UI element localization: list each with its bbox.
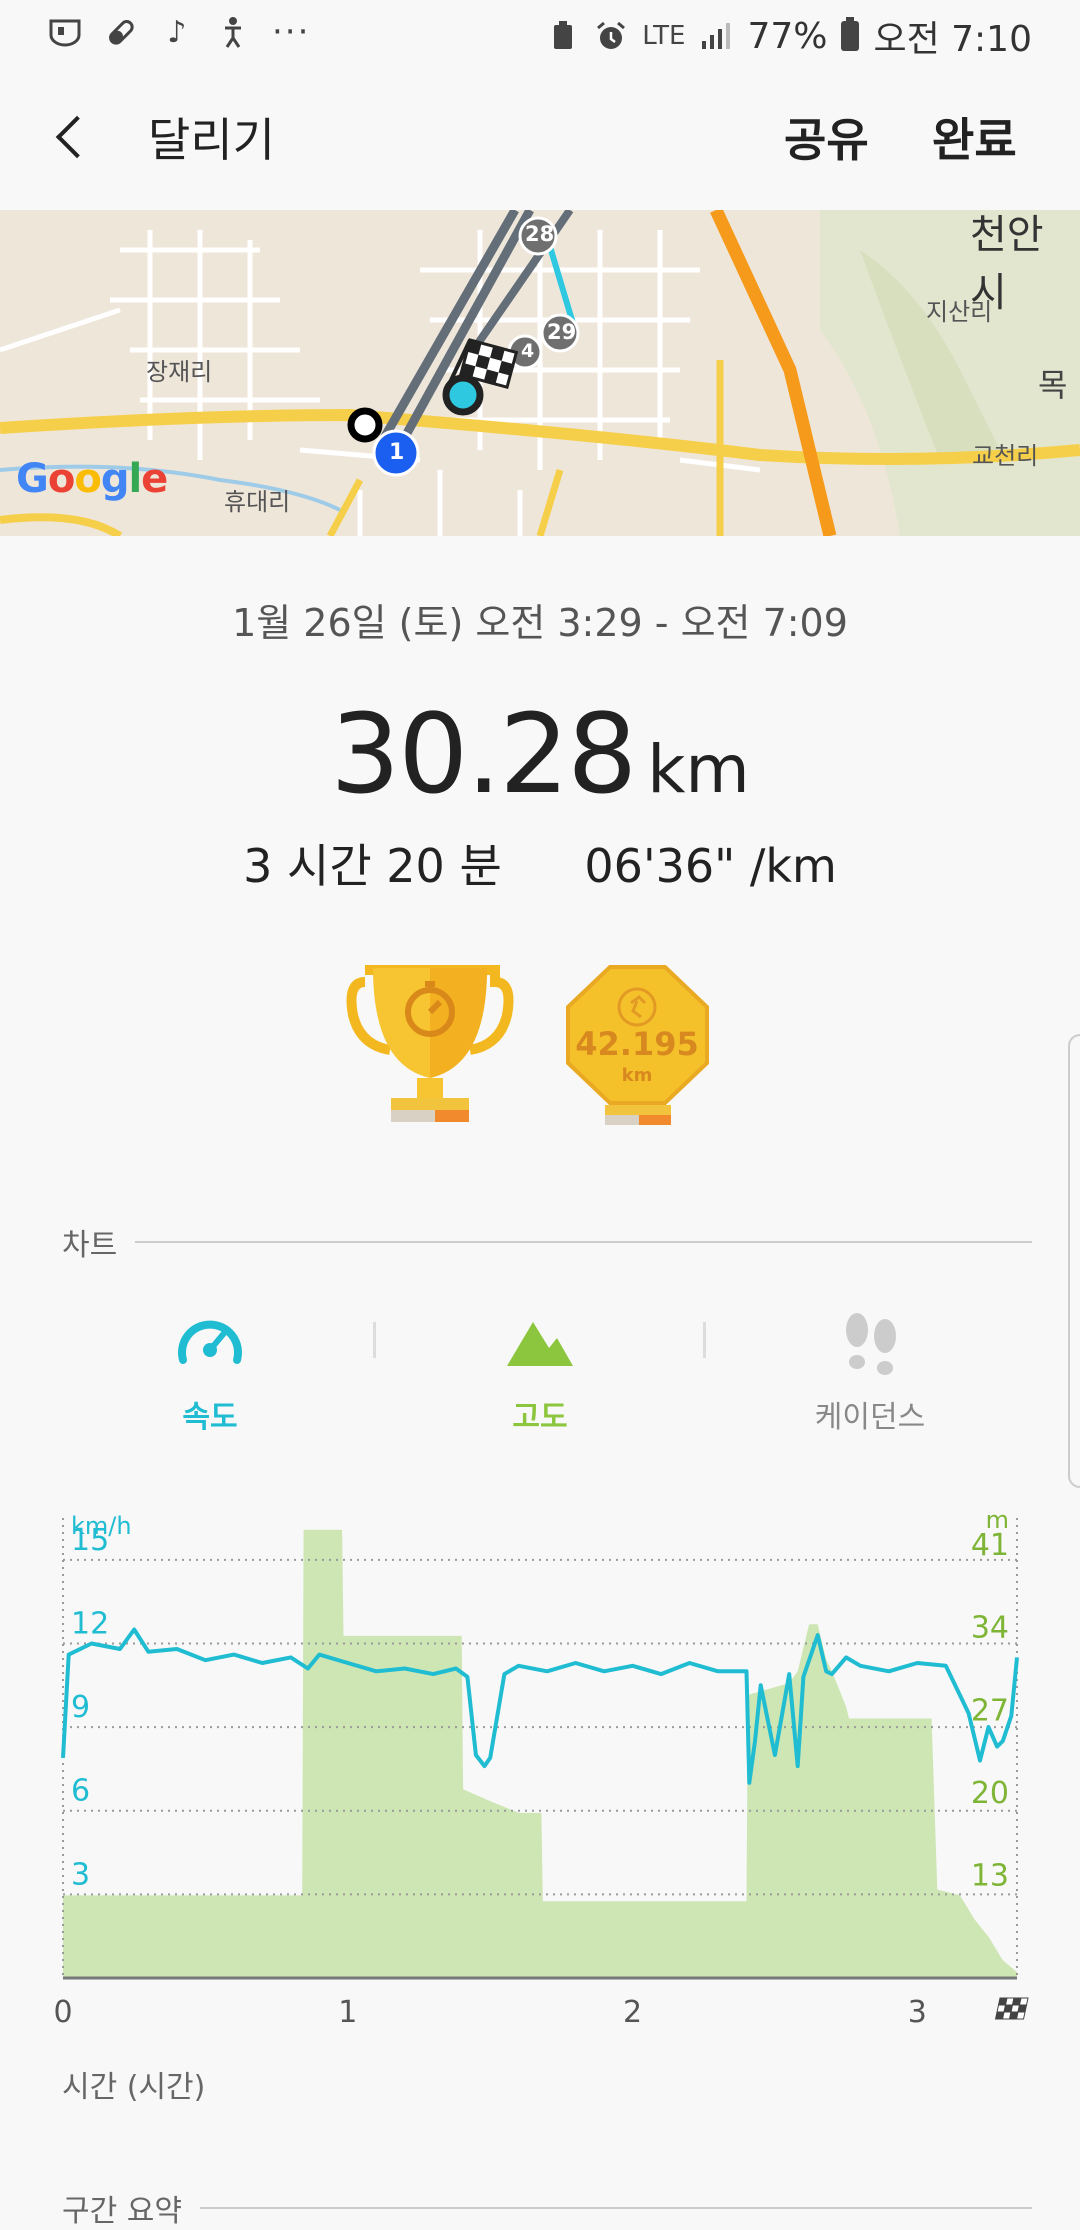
marathon-badge-value: 42.195: [575, 1025, 698, 1063]
chart-tabs: 속도 고도 케이던스: [0, 1300, 1080, 1440]
music-note-icon: ♪: [167, 14, 187, 50]
more-notifications-icon: ···: [272, 12, 311, 52]
left-tick-label: 12: [71, 1606, 109, 1641]
mountain-icon: [505, 1308, 575, 1378]
pill-icon: [104, 15, 138, 49]
page-title: 달리기: [148, 113, 275, 167]
right-tick-label: 13: [971, 1858, 1009, 1893]
altitude-area: [63, 1529, 1017, 1978]
x-tick-label: 1: [338, 1995, 357, 2030]
duration-pace-row: 3 시간 20 분 06'36" /km: [0, 830, 1080, 896]
battery-percent: 77%: [747, 15, 828, 57]
divider: [199, 2207, 1032, 2209]
right-tick-label: 20: [971, 1776, 1009, 1811]
trophy-icon[interactable]: [345, 960, 515, 1130]
system-icons: LTE 77% 오전 7:10: [546, 10, 1032, 62]
route-marker-label: 1: [389, 440, 405, 465]
route-marker-label: 28: [525, 222, 555, 246]
network-type: LTE: [642, 21, 686, 51]
right-tick-label: 34: [971, 1611, 1009, 1646]
split-summary-title: 구간 요약: [62, 2194, 182, 2229]
speed-altitude-chart[interactable]: 3 6 9 12 15 13 20 27 34 41 km/h m 0 1 2 3: [0, 1500, 1080, 2060]
total-distance: 30.28 km: [0, 690, 1080, 818]
tab-speed[interactable]: 속도: [90, 1300, 330, 1440]
done-button[interactable]: 완료: [932, 104, 1017, 170]
signal-icon: [699, 19, 733, 53]
marathon-badge-icon[interactable]: 42.195 km: [565, 965, 710, 1130]
workout-date-range: 1월 26일 (토) 오전 3:29 - 오전 7:09: [232, 601, 848, 645]
x-axis-title: 시간 (시간): [62, 2070, 206, 2105]
samsung-health-icon: [48, 15, 82, 49]
tab-cadence-label: 케이던스: [814, 1400, 926, 1435]
tab-altitude-label: 고도: [512, 1400, 568, 1435]
duration-value: 3 시간 20 분: [243, 839, 502, 893]
right-axis-unit: m: [986, 1506, 1009, 1534]
tab-speed-label: 속도: [182, 1400, 238, 1435]
clock: 오전 7:10: [873, 19, 1032, 60]
left-axis-unit: km/h: [71, 1512, 132, 1540]
right-tick-label: 27: [971, 1693, 1009, 1728]
alarm-clock-icon: [594, 19, 628, 53]
accessibility-icon: [216, 15, 250, 49]
x-tick-label: 3: [908, 1995, 927, 2030]
battery-saver-icon: [546, 19, 580, 53]
tab-cadence[interactable]: 케이던스: [750, 1300, 990, 1440]
x-tick-label: 2: [623, 1995, 642, 2030]
tab-separator: [373, 1322, 376, 1358]
app-bar: 달리기 공유 완료: [0, 64, 1080, 210]
finish-flag-icon: [994, 1997, 1029, 2020]
google-logo: Google: [16, 456, 168, 502]
route-marker-label: 29: [547, 320, 577, 344]
x-tick-label: 0: [53, 1995, 72, 2030]
notification-icons: ♪ ···: [48, 12, 310, 52]
distance-unit: km: [647, 731, 750, 808]
chart-section-title: 차트: [62, 1228, 118, 1263]
route-map[interactable]: 장재리 휴대리 지산리 교천리 천안시 목 28 29 4 1 Google: [0, 210, 1080, 536]
left-tick-label: 6: [71, 1774, 90, 1809]
marathon-badge-unit: km: [622, 1065, 653, 1086]
battery-icon: [841, 17, 860, 51]
distance-value: 30.28: [330, 690, 637, 818]
chart-canvas: 36912151320273441km/h m0 1 2 3: [53, 1506, 1029, 2030]
tab-altitude[interactable]: 고도: [420, 1300, 660, 1440]
left-tick-label: 3: [71, 1857, 90, 1892]
footprints-icon: [835, 1308, 905, 1378]
left-tick-label: 9: [71, 1690, 90, 1725]
route-marker-label: 4: [521, 340, 535, 362]
tab-separator: [703, 1322, 706, 1358]
chart-section-header: 차트: [62, 1222, 1032, 1263]
edge-panel-handle[interactable]: [1068, 1034, 1080, 1488]
split-summary-header: 구간 요약: [62, 2188, 1032, 2229]
pace-value: 06'36" /km: [584, 839, 837, 893]
divider: [135, 1241, 1032, 1243]
back-button[interactable]: [46, 106, 98, 166]
status-bar: ♪ ··· LTE 77% 오전 7:10: [0, 0, 1080, 64]
share-button[interactable]: 공유: [784, 104, 869, 170]
speedometer-icon: [175, 1308, 245, 1378]
